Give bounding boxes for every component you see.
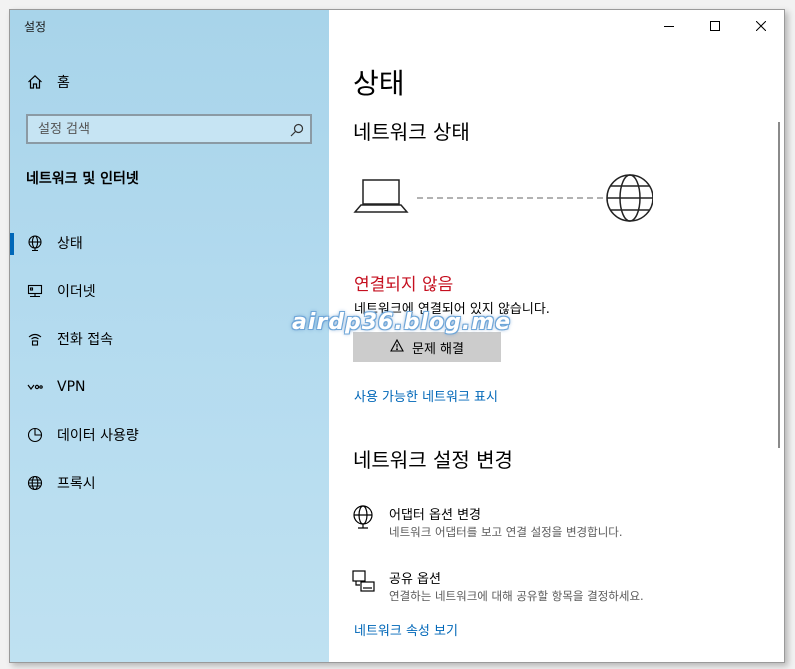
sidebar-item-label: VPN xyxy=(57,379,86,395)
globe-network-icon xyxy=(26,234,44,252)
network-properties-link[interactable]: 네트워크 속성 보기 xyxy=(354,620,458,639)
sidebar: 설정 홈 네트워크 및 인터넷 상태 xyxy=(10,10,329,662)
close-button[interactable] xyxy=(738,10,784,42)
troubleshoot-button[interactable]: 문제 해결 xyxy=(353,332,501,362)
sidebar-item-proxy[interactable]: 프록시 xyxy=(10,463,329,503)
search-input[interactable] xyxy=(28,116,288,142)
settings-window: 설정 홈 네트워크 및 인터넷 상태 xyxy=(9,9,785,663)
vpn-icon xyxy=(26,378,44,396)
window-title: 설정 xyxy=(24,20,47,34)
network-status-diagram xyxy=(353,170,654,230)
dialup-icon xyxy=(26,330,44,348)
scrollbar[interactable] xyxy=(778,122,780,448)
adapter-icon xyxy=(351,504,377,530)
sidebar-item-label: 데이터 사용량 xyxy=(57,428,139,444)
adapter-options-title: 어댑터 옵션 변경 xyxy=(389,508,481,523)
section-title: 네트워크 및 인터넷 xyxy=(26,171,139,187)
change-settings-heading: 네트워크 설정 변경 xyxy=(353,448,513,472)
troubleshoot-label: 문제 해결 xyxy=(412,341,464,357)
sharing-options-desc: 연결하는 네트워크에 대해 공유할 항목을 결정하세요. xyxy=(389,589,644,603)
sharing-icon xyxy=(351,568,377,594)
search-icon[interactable] xyxy=(290,122,304,137)
sidebar-item-label: 전화 접속 xyxy=(57,332,113,348)
warning-icon xyxy=(390,338,404,356)
ethernet-icon xyxy=(26,282,44,300)
sidebar-item-label: 프록시 xyxy=(57,476,96,492)
sidebar-item-vpn[interactable]: VPN xyxy=(10,367,329,407)
main-content: 상태 네트워크 상태 연결되지 않음 네트워크에 연결되어 있지 않습니다. 문… xyxy=(329,10,784,662)
maximize-icon xyxy=(710,21,720,31)
home-label: 홈 xyxy=(57,75,70,91)
search-box[interactable] xyxy=(26,114,312,144)
sidebar-item-ethernet[interactable]: 이더넷 xyxy=(10,271,329,311)
adapter-options-desc: 네트워크 어댑터를 보고 연결 설정을 변경합니다. xyxy=(389,525,623,539)
globe-icon xyxy=(26,474,44,492)
maximize-button[interactable] xyxy=(692,10,738,42)
laptop-icon xyxy=(353,179,409,213)
title-bar-controls xyxy=(646,10,784,42)
sidebar-item-dialup[interactable]: 전화 접속 xyxy=(10,319,329,359)
sidebar-item-label: 이더넷 xyxy=(57,284,96,300)
sidebar-item-data-usage[interactable]: 데이터 사용량 xyxy=(10,415,329,455)
connection-status-text: 연결되지 않음 xyxy=(354,275,454,295)
close-icon xyxy=(756,21,766,31)
data-usage-icon xyxy=(26,426,44,444)
internet-globe-icon xyxy=(606,174,654,222)
sidebar-item-label: 상태 xyxy=(57,236,83,252)
connection-status-desc: 네트워크에 연결되어 있지 않습니다. xyxy=(354,302,550,317)
sidebar-item-status[interactable]: 상태 xyxy=(10,223,329,263)
home-icon xyxy=(26,73,44,91)
adapter-options-item[interactable]: 어댑터 옵션 변경 네트워크 어댑터를 보고 연결 설정을 변경합니다. xyxy=(351,504,771,548)
minimize-button[interactable] xyxy=(646,10,692,42)
network-status-heading: 네트워크 상태 xyxy=(353,120,470,144)
sharing-options-item[interactable]: 공유 옵션 연결하는 네트워크에 대해 공유할 항목을 결정하세요. xyxy=(351,568,771,612)
show-available-networks-link[interactable]: 사용 가능한 네트워크 표시 xyxy=(354,386,498,405)
page-title: 상태 xyxy=(353,67,405,100)
minimize-icon xyxy=(664,26,674,27)
sharing-options-title: 공유 옵션 xyxy=(389,572,441,587)
home-nav-item[interactable]: 홈 xyxy=(10,62,329,102)
